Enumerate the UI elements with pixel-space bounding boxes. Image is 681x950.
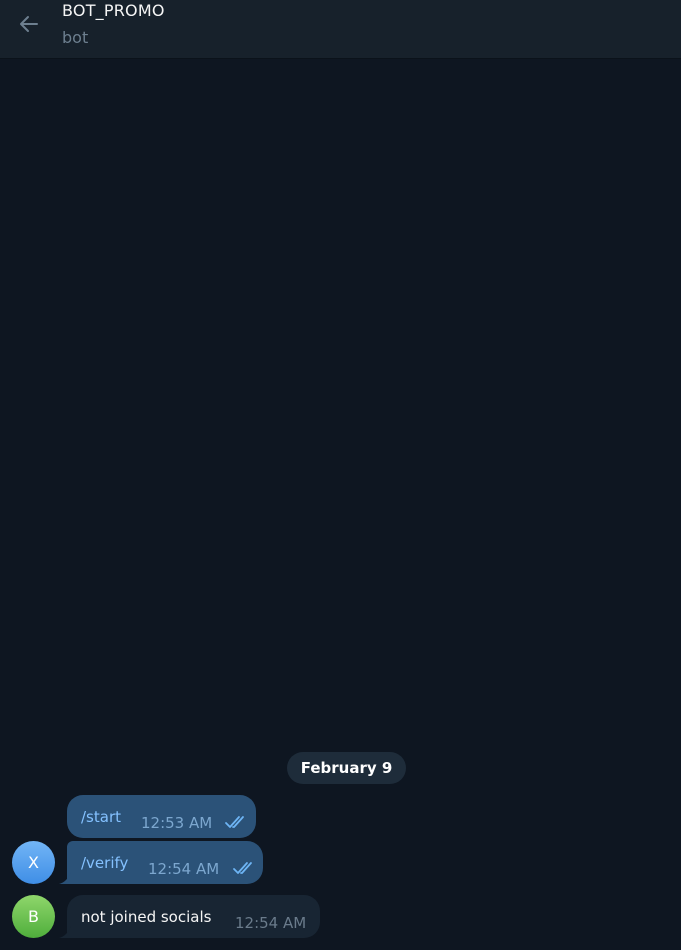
message-time: 12:53 AM [141,814,213,832]
avatar-initial: X [28,853,39,872]
chat-subtitle: bot [62,28,89,47]
chat-window: BOT_PROMO bot February 9 /start 12:53 AM… [0,0,681,950]
message-text: not joined socials [81,908,212,926]
back-button[interactable] [12,8,46,40]
message-text: /start [81,808,121,826]
message-time: 12:54 AM [148,860,220,878]
avatar-initial: B [28,907,39,926]
message-bubble[interactable]: not joined socials 12:54 AM [67,895,320,938]
double-check-icon [233,862,252,874]
double-check-icon [225,816,244,828]
message-text: /verify [81,854,129,872]
bubble-tail [59,872,71,884]
chat-header: BOT_PROMO bot [0,0,681,59]
avatar[interactable]: B [12,895,55,938]
arrow-left-icon [20,16,38,32]
avatar[interactable]: X [12,841,55,884]
date-separator: February 9 [287,752,406,784]
message-bubble[interactable]: /verify 12:54 AM [67,841,263,884]
message-time: 12:54 AM [235,914,307,932]
message-bubble[interactable]: /start 12:53 AM [67,795,256,838]
chat-title[interactable]: BOT_PROMO [62,1,165,20]
bubble-tail [59,926,71,938]
